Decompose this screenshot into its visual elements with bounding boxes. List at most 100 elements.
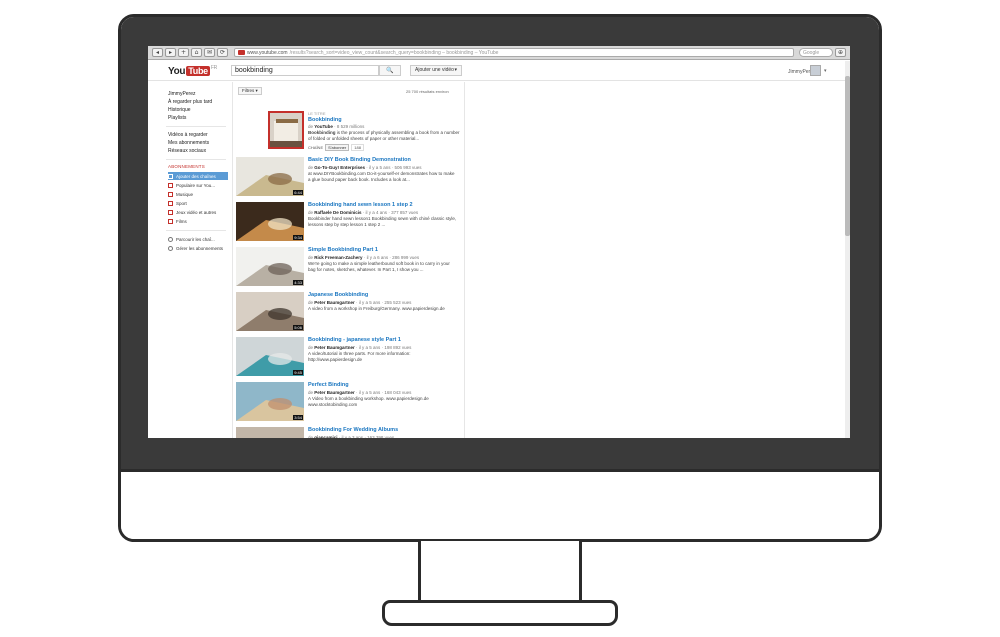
guide-item-subscriptions[interactable]: Mes abonnements bbox=[168, 140, 209, 146]
video-title[interactable]: Basic DIY Book Binding Demonstration bbox=[308, 157, 411, 163]
guide-item-to-watch[interactable]: Vidéos à regarder bbox=[168, 132, 208, 138]
video-thumbnail[interactable]: 9:45 bbox=[236, 337, 304, 376]
video-channel[interactable]: Go-To-Guy! Enterprises bbox=[314, 165, 365, 170]
account-chevron-icon[interactable]: ▾ bbox=[824, 68, 827, 74]
column-divider bbox=[232, 82, 233, 438]
video-channel[interactable]: Peter Baumgartner bbox=[314, 345, 355, 350]
url-host: www.youtube.com bbox=[247, 49, 288, 56]
video-thumbnail[interactable]: 5:06 bbox=[236, 292, 304, 331]
forward-button[interactable]: ▸ bbox=[165, 48, 176, 57]
video-channel[interactable]: giancamici bbox=[314, 435, 337, 438]
address-bar[interactable]: www.youtube.com/results?search_sort=vide… bbox=[234, 48, 794, 57]
book-image-icon bbox=[270, 113, 302, 147]
video-channel[interactable]: Peter Baumgartner bbox=[314, 300, 355, 305]
video-meta: de Rick Freeman-Zachery · il y a 6 ans ·… bbox=[308, 255, 420, 260]
extensions-icon[interactable]: ⊕ bbox=[835, 48, 846, 57]
video-thumbnail[interactable] bbox=[236, 427, 304, 438]
mail-icon[interactable]: ✉ bbox=[204, 48, 215, 57]
home-icon[interactable]: ⌂ bbox=[191, 48, 202, 57]
video-result[interactable]: 3:54 Perfect Binding de Peter Baumgartner … bbox=[236, 382, 462, 424]
subscription-label: Jeux vidéo et autres bbox=[176, 209, 217, 215]
video-title[interactable]: Bookbinding - japanese style Part 1 bbox=[308, 337, 401, 343]
search-input[interactable]: bookbinding bbox=[231, 65, 379, 76]
video-description: We're going to make a simple leatherboun… bbox=[308, 261, 450, 272]
video-thumbnail[interactable]: 3:54 bbox=[236, 382, 304, 421]
masthead: You Tube FR bookbinding 🔍 Ajouter une vi… bbox=[148, 61, 845, 81]
video-title[interactable]: Bookbinding For Wedding Albums bbox=[308, 427, 398, 433]
subscription-popular[interactable]: Populaire sur You... bbox=[168, 181, 228, 189]
subscription-music[interactable]: Musique bbox=[168, 190, 228, 198]
guide-item-watch-later[interactable]: À regarder plus tard bbox=[168, 99, 212, 105]
channel-icon bbox=[168, 200, 173, 206]
action-label: Parcourir les chaî... bbox=[176, 236, 215, 242]
back-button[interactable]: ◂ bbox=[152, 48, 163, 57]
video-meta: de Peter Baumgartner · il y a 5 ans · 25… bbox=[308, 300, 412, 305]
guide-item-channel[interactable]: JimmyPerez bbox=[168, 91, 196, 97]
video-title[interactable]: Japanese Bookbinding bbox=[308, 292, 368, 298]
video-channel[interactable]: Peter Baumgartner bbox=[314, 390, 355, 395]
video-meta: de Peter Baumgartner · il y a 5 ans · 16… bbox=[308, 390, 412, 395]
channel-thumbnail[interactable] bbox=[268, 111, 304, 149]
video-channel[interactable]: Rick Freeman-Zachery bbox=[314, 255, 362, 260]
browser-search-field[interactable]: Google bbox=[799, 48, 833, 57]
logo-region: FR bbox=[210, 65, 217, 71]
scrollbar-thumb[interactable] bbox=[845, 76, 850, 236]
channel-result[interactable]: LE TITRE Bookbinding de YouTube · 8 529 … bbox=[268, 111, 462, 155]
screen: ◂ ▸ + ⌂ ✉ ⟳ www.youtube.com/results?sear… bbox=[148, 46, 850, 438]
video-duration: 9:34 bbox=[293, 235, 303, 240]
filter-button[interactable]: Filtres ▾ bbox=[238, 87, 262, 95]
search-button[interactable]: 🔍 bbox=[379, 65, 401, 76]
add-channel-icon bbox=[168, 173, 173, 179]
video-result[interactable]: 9:45 Bookbinding - japanese style Part 1 d… bbox=[236, 337, 462, 379]
browse-icon bbox=[168, 236, 173, 242]
video-result[interactable]: 4:33 Simple Bookbinding Part 1 de Rick Fre… bbox=[236, 247, 462, 289]
column-divider bbox=[464, 82, 465, 438]
guide-item-playlists[interactable]: Playlists bbox=[168, 115, 186, 121]
reload-icon[interactable]: ⟳ bbox=[217, 48, 228, 57]
subscription-add-channels[interactable]: Ajouter des chaînes bbox=[168, 172, 228, 180]
video-result[interactable]: 5:06 Japanese Bookbinding de Peter Baumgar… bbox=[236, 292, 462, 334]
subscription-films[interactable]: Films bbox=[168, 217, 228, 225]
subscription-label: Populaire sur You... bbox=[176, 182, 216, 188]
avatar[interactable] bbox=[810, 65, 821, 76]
monitor-stand-neck bbox=[418, 541, 582, 603]
video-channel[interactable]: Raffaele De Dominicis bbox=[314, 210, 361, 215]
upload-button[interactable]: Ajouter une vidéo ▾ bbox=[410, 65, 462, 76]
video-duration: 5:06 bbox=[293, 325, 303, 330]
youtube-logo[interactable]: You Tube FR bbox=[168, 65, 217, 77]
video-meta: de Raffaele De Dominicis · il y a 4 ans … bbox=[308, 210, 419, 215]
logo-you: You bbox=[168, 65, 186, 77]
channel-icon bbox=[168, 209, 173, 215]
subscribe-button[interactable]: S'abonner bbox=[325, 144, 350, 151]
subscription-label: Ajouter des chaînes bbox=[176, 173, 216, 179]
video-title[interactable]: Simple Bookbinding Part 1 bbox=[308, 247, 378, 253]
video-thumbnail-image bbox=[236, 427, 304, 438]
guide-item-social[interactable]: Réseaux sociaux bbox=[168, 148, 206, 154]
manage-subscriptions-link[interactable]: Gérer les abonnements bbox=[168, 244, 228, 252]
guide-item-history[interactable]: Historique bbox=[168, 107, 191, 113]
video-thumbnail[interactable]: 4:33 bbox=[236, 247, 304, 286]
video-title[interactable]: Bookbinding hand sewn lesson 1 step 2 bbox=[308, 202, 413, 208]
video-result[interactable]: 6:44 Basic DIY Book Binding Demonstration… bbox=[236, 157, 462, 199]
add-tab-icon[interactable]: + bbox=[178, 48, 189, 57]
subscription-games[interactable]: Jeux vidéo et autres bbox=[168, 208, 228, 216]
video-thumbnail[interactable]: 6:44 bbox=[236, 157, 304, 196]
subscription-sport[interactable]: Sport bbox=[168, 199, 228, 207]
monitor-chin bbox=[121, 469, 879, 539]
video-duration: 9:45 bbox=[293, 370, 303, 375]
video-description: at www.DIYBookbinding.com Do-it-yourself… bbox=[308, 171, 455, 182]
video-result[interactable]: Bookbinding For Wedding Albums de giancam… bbox=[236, 427, 462, 438]
guide-divider bbox=[166, 159, 226, 160]
video-meta: de Peter Baumgartner · il y a 5 ans · 19… bbox=[308, 345, 412, 350]
subscriber-count: 188 bbox=[351, 144, 364, 151]
channel-title[interactable]: Bookbinding bbox=[308, 117, 342, 123]
guide-sidebar: JimmyPerez À regarder plus tard Historiq… bbox=[148, 82, 232, 438]
channel-small-label: LE TITRE bbox=[308, 111, 326, 116]
video-thumbnail[interactable]: 9:34 bbox=[236, 202, 304, 241]
subscription-label: Sport bbox=[176, 200, 187, 206]
video-result[interactable]: 9:34 Bookbinding hand sewn lesson 1 step … bbox=[236, 202, 462, 244]
video-meta: de giancamici · il y a 3 ans · 163 398 v… bbox=[308, 435, 395, 438]
video-title[interactable]: Perfect Binding bbox=[308, 382, 349, 388]
video-description: Bookbinder hand sewn lesson1 Bookbinding… bbox=[308, 216, 457, 227]
browse-channels-link[interactable]: Parcourir les chaî... bbox=[168, 235, 228, 243]
